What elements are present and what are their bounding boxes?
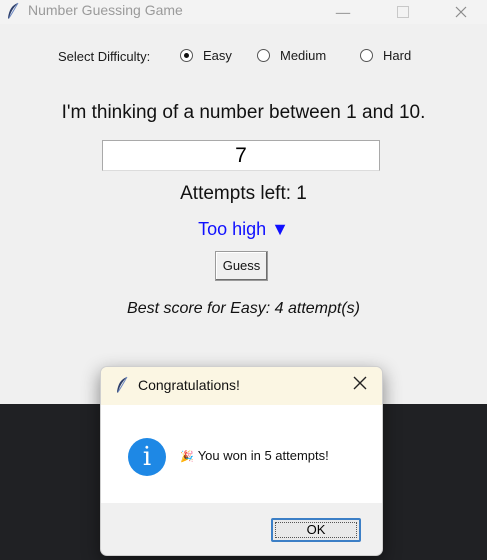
radio-hard-indicator[interactable] [360,49,373,62]
close-icon [455,6,467,18]
dialog-body: i 🎉 You won in 5 attempts! [101,405,382,503]
window-title: Number Guessing Game [28,2,183,18]
game-prompt: I'm thinking of a number between 1 and 1… [61,102,426,123]
close-button[interactable] [438,0,484,24]
difficulty-label: Select Difficulty: [58,49,151,64]
radio-hard-label: Hard [383,48,412,63]
main-window: Number Guessing Game — Select Difficulty… [0,0,487,404]
radio-easy-label: Easy [203,48,232,63]
congratulations-dialog: Congratulations! i 🎉 You won in 5 attempt… [100,366,383,556]
radio-easy-indicator[interactable] [180,49,193,62]
radio-medium-indicator[interactable] [257,49,270,62]
party-popper-icon: 🎉 [180,451,194,463]
dialog-title: Congratulations! [138,377,240,393]
ok-button[interactable]: OK [271,518,361,542]
feather-icon [8,2,19,19]
radio-hard[interactable]: Hard [360,48,411,63]
radio-easy[interactable]: Easy [180,48,232,63]
dialog-title-bar: Congratulations! [101,367,382,405]
title-bar: Number Guessing Game — [0,0,487,24]
minimize-icon: — [335,2,351,22]
minimize-button[interactable]: — [320,0,366,24]
info-icon: i [128,438,166,476]
feedback-text: Too high ▼ [198,219,289,239]
dialog-message: 🎉 You won in 5 attempts! [180,448,329,463]
radio-medium[interactable]: Medium [257,48,326,63]
radio-medium-label: Medium [280,48,327,63]
guess-button[interactable]: Guess [215,251,268,281]
difficulty-selector: Select Difficulty: Easy Medium Hard [0,48,487,68]
dialog-message-text: You won in 5 attempts! [197,448,329,463]
maximize-icon [397,6,409,18]
close-icon [353,376,367,390]
best-score: Best score for Easy: 4 attempt(s) [127,300,360,317]
feather-icon [117,376,128,393]
dialog-close-button[interactable] [351,376,369,394]
maximize-button[interactable] [380,0,426,24]
attempts-left: Attempts left: 1 [180,183,307,204]
guess-input[interactable]: 7 [102,140,380,171]
